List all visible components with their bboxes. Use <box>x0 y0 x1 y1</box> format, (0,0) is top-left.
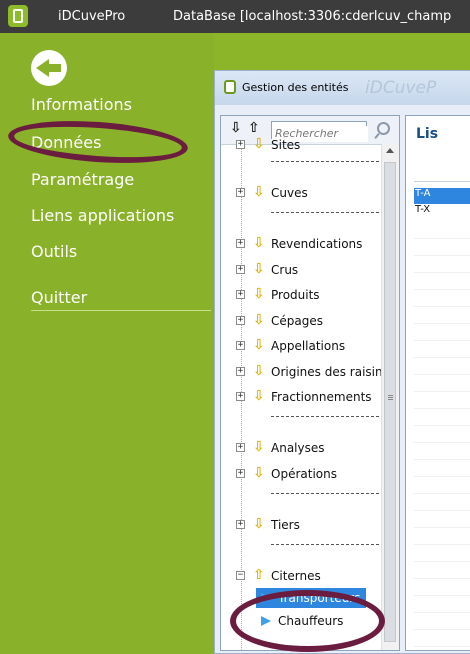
down-arrow-icon: ⇩ <box>253 363 265 379</box>
down-arrow-icon: ⇩ <box>253 337 265 353</box>
list-header <box>414 157 470 182</box>
database-title: DataBase [localhost:3306:cderlcuv_champ <box>173 9 452 24</box>
list-row[interactable]: T-A <box>414 188 470 204</box>
tree-node-citernes[interactable]: − ⇧ Citernes <box>221 566 381 586</box>
expand-icon[interactable]: + <box>236 341 245 350</box>
tree-node-operations[interactable]: + ⇩ Opérations <box>221 464 381 484</box>
tree-node-crus[interactable]: + ⇩ Crus <box>221 260 381 280</box>
tree-node-cepages[interactable]: + ⇩ Cépages <box>221 311 381 331</box>
menu-item-liens-applications[interactable]: Liens applications <box>31 206 174 225</box>
app-icon <box>8 5 28 27</box>
down-arrow-icon: ⇩ <box>253 136 265 152</box>
tree-node-cuves[interactable]: + ⇩ Cuves <box>221 183 381 203</box>
menu-divider <box>31 310 211 311</box>
down-arrow-icon: ⇩ <box>253 235 265 251</box>
dialog-app-icon <box>224 80 236 94</box>
tree-node-analyses[interactable]: + ⇩ Analyses <box>221 438 381 458</box>
tree-node-tiers[interactable]: + ⇩ Tiers <box>221 515 381 535</box>
back-arrow-icon[interactable] <box>31 50 67 86</box>
menu-item-parametrage[interactable]: Paramétrage <box>31 170 134 189</box>
search-field[interactable] <box>271 121 368 142</box>
tree-node-produits[interactable]: + ⇩ Produits <box>221 285 381 305</box>
expand-icon[interactable]: + <box>236 188 245 197</box>
dialog-title: Gestion des entités <box>242 81 349 94</box>
down-arrow-icon: ⇩ <box>253 312 265 328</box>
tree-separator <box>271 212 379 213</box>
tree-node-origines-des-raisins[interactable]: + ⇩ Origines des raisins <box>221 362 389 382</box>
search-icon[interactable] <box>372 120 394 140</box>
tree-toolbar: ⇩ ⇧ <box>221 116 399 145</box>
down-arrow-icon: ⇩ <box>253 516 265 532</box>
expand-icon[interactable]: + <box>236 392 245 401</box>
menu-item-quitter[interactable]: Quitter <box>31 288 87 307</box>
app-name: iDCuvePro <box>58 9 126 24</box>
tree-separator <box>271 544 379 545</box>
tree-node-sites[interactable]: + ⇩ Sites <box>221 136 381 162</box>
up-arrow-icon: ⇧ <box>253 567 265 583</box>
entities-dialog: Gestion des entités iDCuveP ⇩ ⇧ + ⇩ Site… <box>214 70 470 654</box>
window-title-bar: iDCuvePro DataBase [localhost:3306:cderl… <box>0 0 470 33</box>
sort-down-icon[interactable]: ⇩ <box>230 120 242 136</box>
tree-node-appellations[interactable]: + ⇩ Appellations <box>221 336 381 356</box>
entity-list-panel: Lis T-A T-X <box>405 115 470 651</box>
down-arrow-icon: ⇩ <box>253 388 265 404</box>
tree-separator <box>271 493 379 494</box>
dialog-watermark: iDCuveP <box>365 78 437 98</box>
expand-icon[interactable]: + <box>236 469 245 478</box>
list-row[interactable]: T-X <box>414 204 470 220</box>
down-arrow-icon: ⇩ <box>253 261 265 277</box>
sort-up-icon[interactable]: ⇧ <box>248 120 260 136</box>
expand-icon[interactable]: + <box>236 265 245 274</box>
scroll-up-icon[interactable] <box>386 148 394 153</box>
highlight-ellipse-transporteurs <box>230 590 385 652</box>
tree-separator <box>271 161 379 162</box>
down-arrow-icon: ⇩ <box>253 465 265 481</box>
tree-node-fractionnements[interactable]: + ⇩ Fractionnements <box>221 387 381 407</box>
entity-tree-panel: ⇩ ⇧ + ⇩ Sites + ⇩ Cuves + ⇩ Revendicatio… <box>220 115 400 651</box>
scroll-thumb[interactable] <box>384 162 396 642</box>
tree-node-revendications[interactable]: + ⇩ Revendications <box>221 234 381 254</box>
expand-icon[interactable]: + <box>236 290 245 299</box>
down-arrow-icon: ⇩ <box>253 286 265 302</box>
down-arrow-icon: ⇩ <box>253 184 265 200</box>
tree-separator <box>271 416 379 417</box>
expand-icon[interactable]: + <box>236 239 245 248</box>
expand-icon[interactable]: + <box>236 140 245 149</box>
expand-icon[interactable]: + <box>236 316 245 325</box>
list-grid <box>414 222 470 650</box>
collapse-icon[interactable]: − <box>236 571 245 580</box>
dialog-title-bar[interactable]: Gestion des entités iDCuveP <box>215 71 470 105</box>
down-arrow-icon: ⇩ <box>253 439 265 455</box>
expand-icon[interactable]: + <box>236 443 245 452</box>
expand-icon[interactable]: + <box>236 367 245 376</box>
menu-item-outils[interactable]: Outils <box>31 242 77 261</box>
list-title: Lis <box>416 126 439 142</box>
tree-scrollbar[interactable] <box>381 144 399 650</box>
menu-item-informations[interactable]: Informations <box>31 95 132 114</box>
expand-icon[interactable]: + <box>236 520 245 529</box>
